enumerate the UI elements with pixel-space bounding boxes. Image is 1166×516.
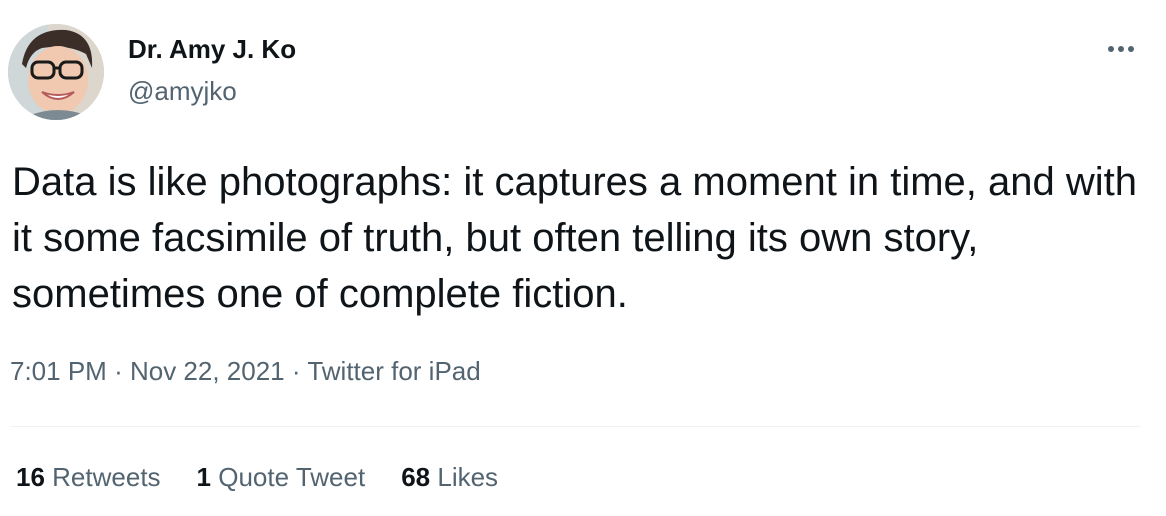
author-handle[interactable]: @amyjko [128, 76, 237, 107]
retweets-stat[interactable]: 16 Retweets [16, 462, 161, 493]
tweet-stats: 16 Retweets 1 Quote Tweet 68 Likes [16, 462, 534, 493]
more-options-button[interactable] [1100, 34, 1142, 64]
tweet-text: Data is like photographs: it captures a … [12, 160, 1137, 316]
divider [10, 426, 1140, 427]
likes-count: 68 [401, 462, 431, 492]
tweet-time[interactable]: 7:01 PM [10, 356, 107, 386]
retweets-count: 16 [16, 462, 45, 492]
more-icon [1108, 46, 1134, 52]
author-display-name[interactable]: Dr. Amy J. Ko [128, 34, 296, 65]
retweets-label: Retweets [52, 462, 161, 492]
meta-separator: · [291, 356, 301, 386]
tweet-date[interactable]: Nov 22, 2021 [130, 356, 285, 386]
tweet-card: Dr. Amy J. Ko @amyjko Data is like photo… [0, 0, 1166, 516]
quote-tweets-label: Quote Tweet [218, 462, 366, 492]
likes-label: Likes [437, 462, 499, 492]
meta-separator: · [114, 356, 123, 386]
avatar[interactable] [8, 24, 104, 120]
likes-stat[interactable]: 68 Likes [401, 462, 498, 493]
tweet-meta: 7:01 PM · Nov 22, 2021 · Twitter for iPa… [10, 356, 481, 387]
quote-tweets-count: 1 [196, 462, 212, 492]
tweet-source[interactable]: Twitter for iPad [307, 356, 480, 386]
quote-tweets-stat[interactable]: 1 Quote Tweet [197, 462, 366, 493]
avatar-photo [8, 24, 104, 120]
